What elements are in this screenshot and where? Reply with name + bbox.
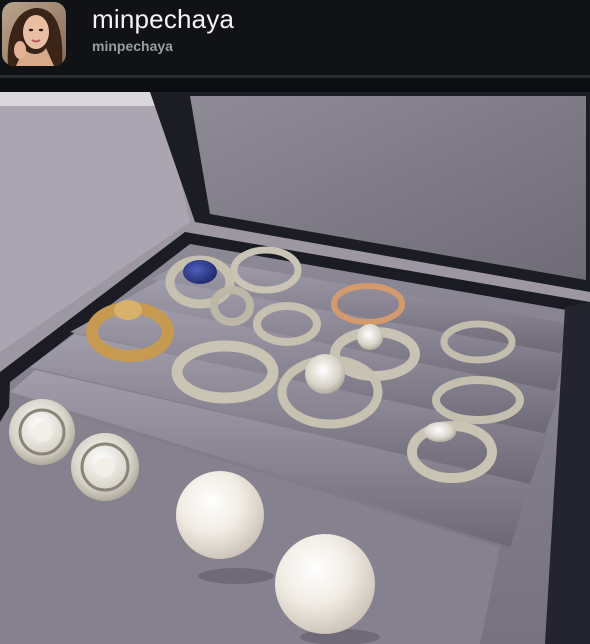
header-divider	[0, 78, 590, 92]
display-name[interactable]: minpechaya	[92, 4, 234, 35]
post-photo[interactable]	[0, 92, 590, 644]
username-handle[interactable]: minpechaya	[92, 38, 173, 54]
jewelry-box-photo	[0, 92, 590, 644]
avatar-image	[2, 2, 66, 66]
avatar[interactable]	[2, 2, 66, 66]
post-header: minpechaya minpechaya	[0, 0, 590, 78]
